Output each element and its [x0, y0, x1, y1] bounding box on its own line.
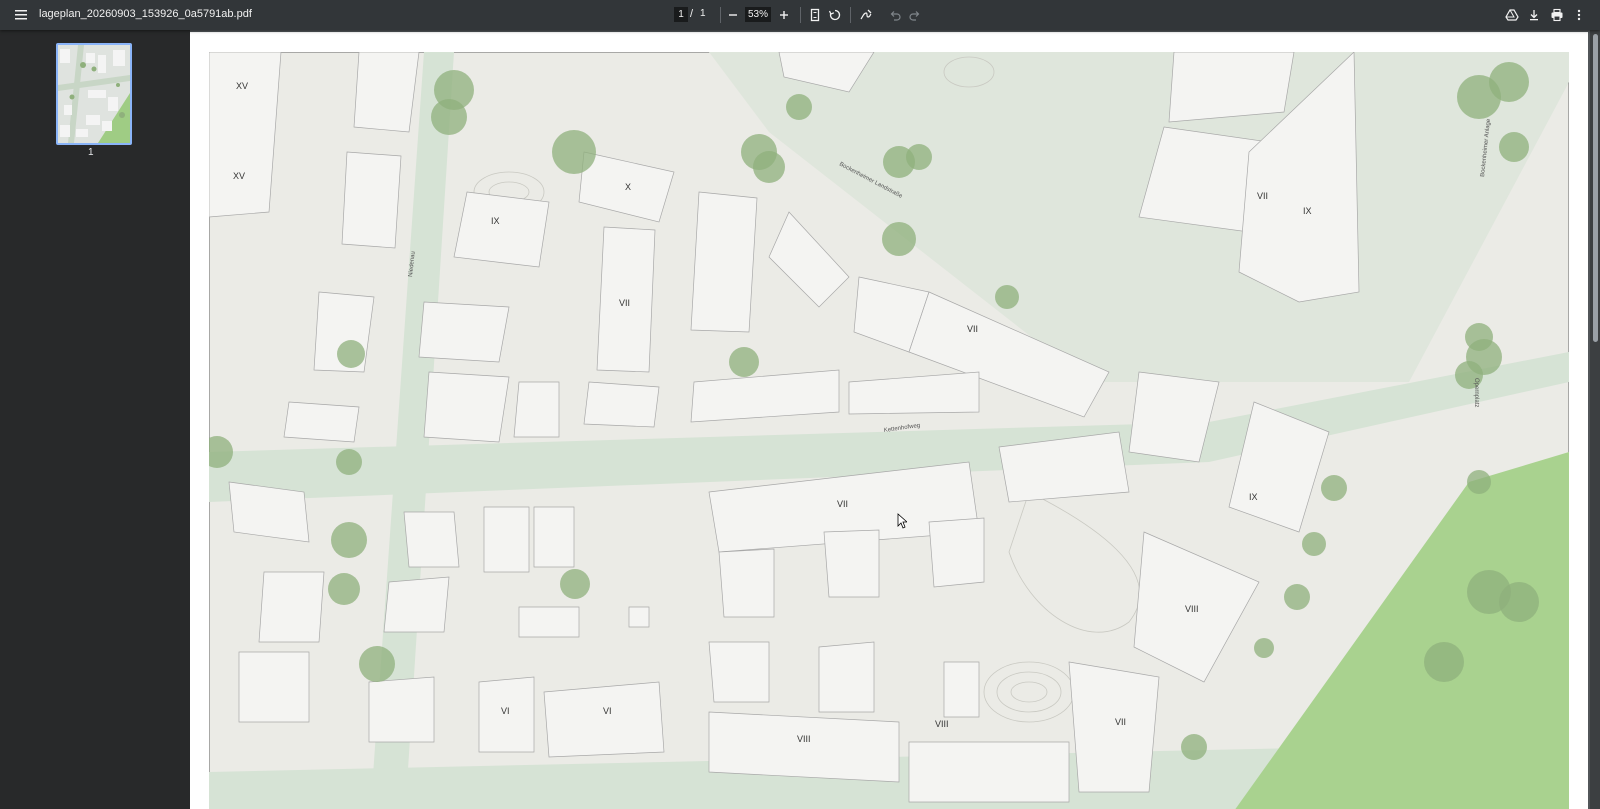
floor-label: VII: [1257, 191, 1268, 201]
scrollbar-thumb[interactable]: [1593, 34, 1598, 342]
menu-icon[interactable]: [12, 6, 30, 24]
floor-label: VIII: [797, 734, 811, 744]
floor-label: VI: [501, 706, 510, 716]
plus-icon: [780, 11, 788, 19]
document-title: lageplan_20260903_153926_0a5791ab.pdf: [39, 8, 252, 20]
undo-icon: [890, 11, 901, 21]
zoom-out-button[interactable]: [724, 6, 742, 24]
print-icon: [1551, 8, 1563, 22]
floor-label: VII: [967, 324, 978, 334]
redo-button[interactable]: [906, 6, 924, 24]
download-button[interactable]: [1525, 6, 1543, 24]
redo-icon: [909, 11, 920, 21]
minus-icon: [729, 14, 737, 16]
site-plan-map: XV XV IX X VII VII VII IX VII IX VIII VI…: [209, 52, 1569, 809]
more-actions-button[interactable]: [1570, 6, 1588, 24]
street-label: Opernplatz: [1473, 378, 1479, 407]
document-viewer[interactable]: XV XV IX X VII VII VII IX VII IX VIII VI…: [190, 30, 1590, 809]
page-thumbnail[interactable]: [56, 43, 132, 145]
download-icon: [1530, 10, 1538, 21]
fit-page-icon: [810, 8, 820, 22]
zoom-in-button[interactable]: [775, 6, 793, 24]
floor-label: XV: [236, 81, 248, 91]
floor-label: VII: [1115, 717, 1126, 727]
floor-label: VIII: [1185, 604, 1199, 614]
floor-label: IX: [1249, 492, 1258, 502]
zoom-level-input[interactable]: 53%: [745, 7, 771, 22]
thumbnail-sidebar: [0, 30, 190, 809]
toolbar-divider: [720, 7, 721, 23]
toolbar-divider: [850, 7, 851, 23]
undo-button[interactable]: [886, 6, 904, 24]
more-vert-icon: [1577, 9, 1581, 21]
toolbar-divider: [800, 7, 801, 23]
floor-label: IX: [1303, 206, 1312, 216]
mouse-pointer-icon: [897, 513, 907, 529]
floor-label: VIII: [935, 719, 949, 729]
pdf-page: XV XV IX X VII VII VII IX VII IX VIII VI…: [190, 32, 1588, 809]
rotate-icon: [828, 9, 841, 21]
drive-icon: [1505, 9, 1519, 21]
pdf-toolbar: lageplan_20260903_153926_0a5791ab.pdf 1 …: [0, 0, 1600, 30]
annotate-button[interactable]: [857, 6, 875, 24]
rotate-button[interactable]: [826, 6, 844, 24]
fit-page-button[interactable]: [806, 6, 824, 24]
page-separator: /: [690, 8, 694, 20]
pen-annotate-icon: [860, 9, 872, 20]
save-drive-button[interactable]: [1503, 6, 1521, 24]
floor-label: VII: [837, 499, 848, 509]
page-number-input[interactable]: 1: [674, 7, 688, 22]
floor-label: VII: [619, 298, 630, 308]
floor-label: X: [625, 182, 631, 192]
floor-label: IX: [491, 216, 500, 226]
page-total: 1: [700, 8, 706, 19]
floor-label: VI: [603, 706, 612, 716]
thumbnail-page-number: 1: [88, 147, 94, 158]
floor-label: XV: [233, 171, 245, 181]
print-button[interactable]: [1548, 6, 1566, 24]
